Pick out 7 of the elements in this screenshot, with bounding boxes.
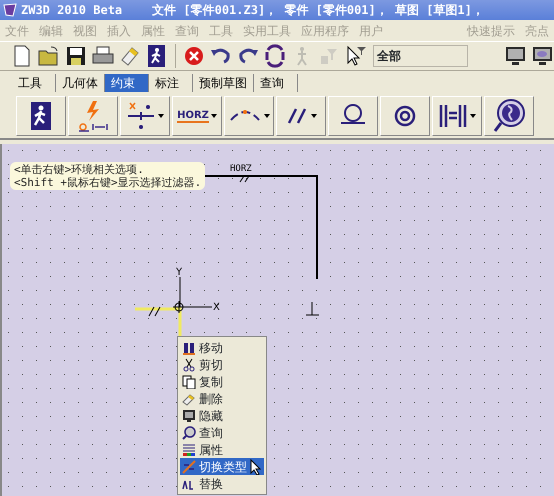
axis-label: Y bbox=[176, 267, 182, 278]
constraint-label: HORZ bbox=[230, 164, 252, 174]
axis-label: X bbox=[213, 302, 220, 313]
document-title: 文件 [零件001.Z3]， 零件 [零件001]， 草图 [草图1]， bbox=[152, 2, 484, 19]
tooltip-line: <Shift +鼠标右键>显示选择过滤器. bbox=[14, 176, 202, 189]
tooltip-line: <单击右键>环境相关选项. bbox=[14, 163, 145, 176]
app-title: ZW3D 2010 Beta bbox=[21, 2, 122, 19]
